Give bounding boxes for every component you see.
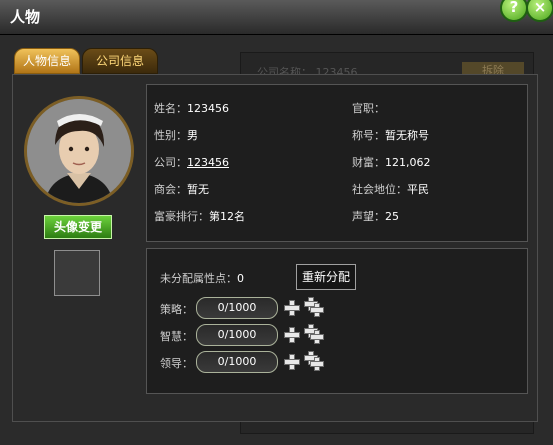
chamber-row: 商会：暂无: [154, 181, 209, 197]
reputation-row: 声望：25: [352, 208, 399, 224]
wealth-label: 财富：: [352, 156, 385, 169]
title-label: 称号：: [352, 129, 385, 142]
tab-company-info[interactable]: 公司信息: [82, 48, 158, 74]
close-button[interactable]: ×: [526, 0, 553, 22]
wealth-value: 121,062: [385, 156, 431, 169]
title-bar: 人物: [0, 0, 553, 35]
strategy-plus-many-icon[interactable]: [304, 297, 324, 317]
rank-row: 富豪排行：第12名: [154, 208, 245, 224]
official-label: 官职：: [352, 102, 385, 115]
strategy-value-pill: 0/1000: [196, 297, 278, 319]
wisdom-value-pill: 0/1000: [196, 324, 278, 346]
rank-value: 第12名: [209, 210, 245, 223]
name-label: 姓名：: [154, 102, 187, 115]
title-value: 暂无称号: [385, 129, 429, 142]
unassigned-points-row: 未分配属性点：0: [160, 270, 244, 286]
reputation-label: 声望：: [352, 210, 385, 223]
wisdom-plus-icon[interactable]: [284, 327, 300, 343]
window-title: 人物: [10, 8, 41, 26]
strategy-label: 策略：: [160, 303, 193, 316]
name-value: 123456: [187, 102, 229, 115]
emblem-slot: [54, 250, 100, 296]
unassigned-points-label: 未分配属性点：: [160, 272, 237, 285]
character-window: 人物 ? × 公司名称： 123456 拆除 增资 查看 人物信息 公司信息 头…: [0, 0, 553, 445]
unassigned-points-value: 0: [237, 272, 244, 285]
title-row: 称号：暂无称号: [352, 127, 429, 143]
reputation-value: 25: [385, 210, 399, 223]
gender-row: 性别：男: [154, 127, 198, 143]
leadership-plus-many-icon[interactable]: [304, 351, 324, 371]
official-row: 官职：: [352, 100, 385, 116]
leadership-label: 领导：: [160, 357, 193, 370]
company-link[interactable]: 123456: [187, 156, 229, 169]
wisdom-label: 智慧：: [160, 330, 193, 343]
wisdom-plus-many-icon[interactable]: [304, 324, 324, 344]
gender-value: 男: [187, 129, 198, 142]
wealth-row: 财富：121,062: [352, 154, 431, 170]
status-row: 社会地位：平民: [352, 181, 429, 197]
strategy-plus-icon[interactable]: [284, 300, 300, 316]
gender-label: 性别：: [154, 129, 187, 142]
rank-label: 富豪排行：: [154, 210, 209, 223]
change-avatar-button[interactable]: 头像变更: [44, 215, 112, 239]
reassign-button[interactable]: 重新分配: [296, 264, 356, 290]
leadership-value-pill: 0/1000: [196, 351, 278, 373]
leadership-plus-icon[interactable]: [284, 354, 300, 370]
avatar-portrait-image: [27, 99, 131, 203]
avatar: [24, 96, 134, 206]
status-label: 社会地位：: [352, 183, 407, 196]
chamber-label: 商会：: [154, 183, 187, 196]
tab-character-info[interactable]: 人物信息: [14, 48, 80, 74]
company-label: 公司：: [154, 156, 187, 169]
name-row: 姓名：123456: [154, 100, 229, 116]
company-row: 公司：123456: [154, 154, 229, 170]
chamber-value: 暂无: [187, 183, 209, 196]
status-value: 平民: [407, 183, 429, 196]
